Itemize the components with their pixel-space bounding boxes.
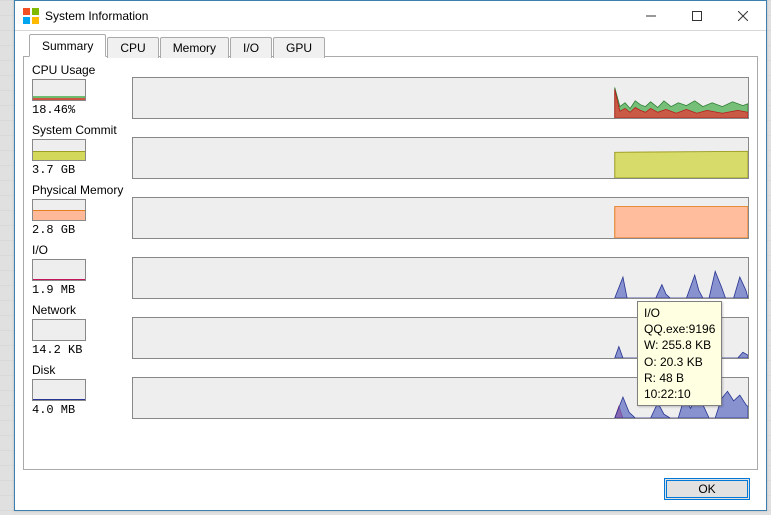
close-button[interactable] [720,1,766,30]
titlebar[interactable]: System Information [15,1,766,31]
graph-physical-memory[interactable] [132,197,749,239]
row-physical-memory: Physical Memory 2.8 GB [32,183,749,239]
tab-cpu[interactable]: CPU [107,37,158,58]
tab-memory[interactable]: Memory [160,37,229,58]
tab-strip: Summary CPU Memory I/O GPU [29,35,758,57]
window-title: System Information [45,9,628,23]
thumb-system-commit[interactable] [32,139,86,161]
tooltip-time: 10:22:10 [644,386,715,402]
tab-io[interactable]: I/O [230,37,272,58]
label-cpu-usage: CPU Usage [32,63,132,77]
value-network: 14.2 KB [32,343,132,357]
value-physical-memory: 2.8 GB [32,223,132,237]
app-icon [23,8,39,24]
value-disk: 4.0 MB [32,403,132,417]
graph-io[interactable] [132,257,749,299]
graph-system-commit[interactable] [132,137,749,179]
minimize-button[interactable] [628,1,674,30]
tooltip-r: R: 48 B [644,370,715,386]
label-system-commit: System Commit [32,123,132,137]
tab-summary[interactable]: Summary [29,34,106,57]
value-io: 1.9 MB [32,283,132,297]
thumb-cpu-usage[interactable] [32,79,86,101]
ok-button[interactable]: OK [664,478,750,500]
thumb-network[interactable] [32,319,86,341]
label-network: Network [32,303,132,317]
label-physical-memory: Physical Memory [32,183,132,197]
tooltip-w: W: 255.8 KB [644,337,715,353]
tooltip-io: I/O QQ.exe:9196 W: 255.8 KB O: 20.3 KB R… [637,301,722,406]
tab-panel-summary: CPU Usage 18.46% System Co [23,56,758,470]
tooltip-title: I/O [644,305,715,321]
tooltip-o: O: 20.3 KB [644,354,715,370]
window-buttons [628,1,766,30]
value-system-commit: 3.7 GB [32,163,132,177]
system-information-window: System Information Summary CPU Memory I/… [14,0,767,511]
row-system-commit: System Commit 3.7 GB [32,123,749,179]
value-cpu-usage: 18.46% [32,103,132,117]
tab-gpu[interactable]: GPU [273,37,325,58]
tooltip-process: QQ.exe:9196 [644,321,715,337]
thumb-disk[interactable] [32,379,86,401]
button-bar: OK [664,478,750,500]
thumb-io[interactable] [32,259,86,281]
label-io: I/O [32,243,132,257]
row-cpu-usage: CPU Usage 18.46% [32,63,749,119]
maximize-button[interactable] [674,1,720,30]
thumb-physical-memory[interactable] [32,199,86,221]
label-disk: Disk [32,363,132,377]
graph-cpu-usage[interactable] [132,77,749,119]
row-io: I/O 1.9 MB [32,243,749,299]
